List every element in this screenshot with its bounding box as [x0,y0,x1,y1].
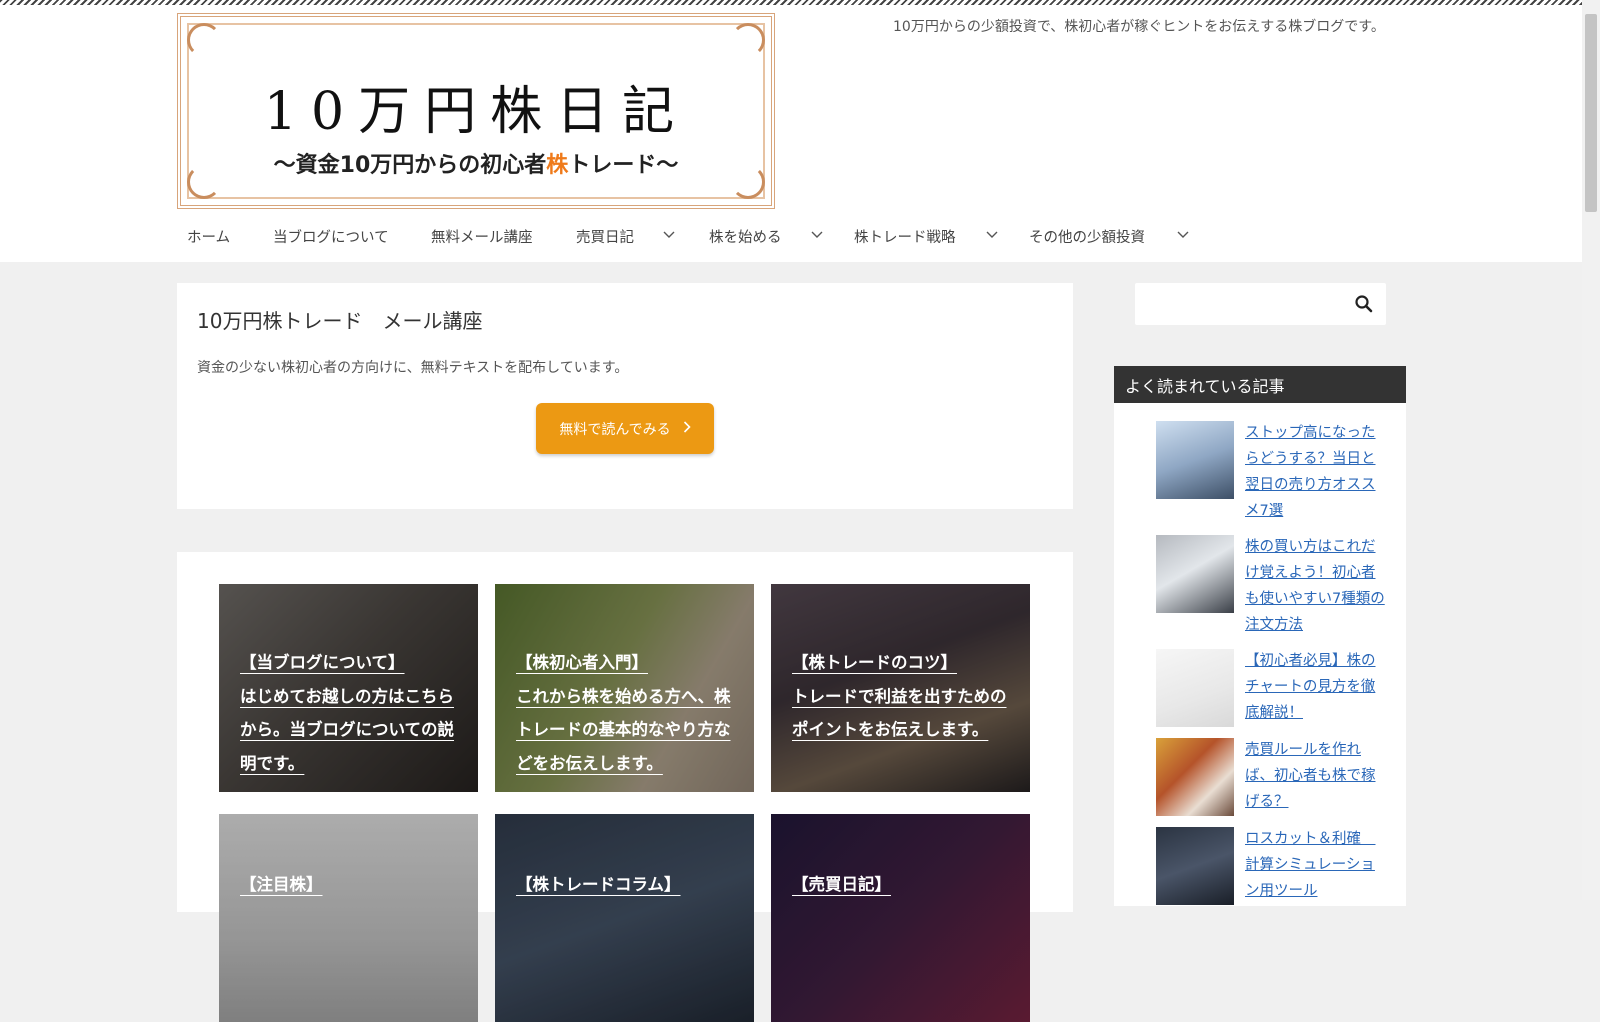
chart-sketch-image[interactable] [1156,649,1234,727]
category-tile-about[interactable]: 【当ブログについて】 はじめてお越しの方はこちらから。当ブログについての説明です… [219,584,478,792]
nav-item-strategy[interactable]: 株トレード戦略 [854,226,956,247]
nav-item-mail-course[interactable]: 無料メール講座 [431,226,533,247]
popular-post-link[interactable]: 【初心者必見】株のチャートの見方を徹底解説！ [1245,648,1385,726]
popular-post-link[interactable]: ストップ高になったらどうする？当日と翌日の売り方オススメ7選 [1245,420,1385,524]
nav-item-start-stocks[interactable]: 株を始める [709,226,782,247]
tile-text: 【注目株】 [240,868,464,902]
chevron-down-icon[interactable] [1177,228,1189,242]
site-logo[interactable]: 10万円株日記 〜資金10万円からの初心者株トレード〜 [177,13,775,209]
tile-description: はじめてお越しの方はこちらから。当ブログについての説明です。 [240,686,455,773]
nav-item-other-investments[interactable]: その他の少額投資 [1029,226,1145,247]
category-tile-featured[interactable]: 【注目株】 [219,814,478,1022]
tile-text: 【株トレードコラム】 [516,868,740,902]
spiral-staircase-image[interactable] [1156,421,1234,499]
scrollbar-thumb[interactable] [1585,14,1597,212]
popular-post-link[interactable]: 売買ルールを作れば、初心者も株で稼げる？ [1245,737,1385,815]
logo-subtitle-start: 〜資金10万円からの初心者 [273,153,547,178]
chevron-down-icon[interactable] [811,228,823,242]
computer-chart-image[interactable] [1156,535,1234,613]
tile-text: 【当ブログについて】 はじめてお越しの方はこちらから。当ブログについての説明です… [240,646,464,780]
category-tile-column[interactable]: 【株トレードコラム】 [495,814,754,1022]
logo-ornament [187,23,221,57]
logo-subtitle: 〜資金10万円からの初心者株トレード〜 [181,147,771,179]
category-grid: 【当ブログについて】 はじめてお越しの方はこちらから。当ブログについての説明です… [177,552,1073,1022]
popular-posts-widget: よく読まれている記事 ストップ高になったらどうする？当日と翌日の売り方オススメ7… [1114,366,1406,906]
tile-text: 【売買日記】 [792,868,1016,902]
tile-description: トレードで利益を出すためのポイントをお伝えします。 [792,686,1007,740]
popular-post-link[interactable]: 株の買い方はこれだけ覚えよう！初心者も使いやすい7種類の注文方法 [1245,534,1385,638]
logo-ornament [731,23,765,57]
tile-title: 【株トレードコラム】 [516,875,681,894]
tile-overlay [495,814,754,1022]
chevron-right-icon [683,420,691,437]
logo-subtitle-end: トレード〜 [568,153,679,178]
site-tagline: 10万円からの少額投資で、株初心者が稼ぐヒントをお伝えする株ブログです。 [893,19,1385,35]
nav-item-home[interactable]: ホーム [187,226,230,247]
rules-note-image[interactable] [1156,738,1234,816]
tile-overlay [219,814,478,1022]
tile-title: 【注目株】 [240,875,323,894]
tile-title: 【株初心者入門】 [516,653,648,672]
category-tile-diary[interactable]: 【売買日記】 [771,814,1030,1022]
tile-title: 【当ブログについて】 [240,653,405,672]
mail-course-title: 10万円株トレード メール講座 [197,309,483,333]
profit-loss-image[interactable] [1156,827,1234,905]
read-free-button-label: 無料で読んでみる [559,421,671,438]
page-scrollbar[interactable] [1582,0,1600,900]
tile-title: 【売買日記】 [792,875,891,894]
tile-text: 【株トレードのコツ】 トレードで利益を出すためのポイントをお伝えします。 [792,646,1016,747]
category-tile-tips[interactable]: 【株トレードのコツ】 トレードで利益を出すためのポイントをお伝えします。 [771,584,1030,792]
tile-text: 【株初心者入門】 これから株を始める方へ、株トレードの基本的なやり方などをお伝え… [516,646,740,780]
nav-item-trade-diary[interactable]: 売買日記 [576,226,634,247]
search-input[interactable] [1143,289,1347,319]
mail-course-description: 資金の少ない株初心者の方向けに、無料テキストを配布しています。 [197,360,629,376]
chevron-down-icon[interactable] [986,228,998,242]
chevron-down-icon[interactable] [663,228,675,242]
tile-title: 【株トレードのコツ】 [792,653,957,672]
logo-subtitle-highlight: 株 [546,153,569,178]
mail-course-card: 10万円株トレード メール講座 資金の少ない株初心者の方向けに、無料テキストを配… [177,283,1073,509]
nav-item-about[interactable]: 当ブログについて [273,226,389,247]
category-tile-beginner[interactable]: 【株初心者入門】 これから株を始める方へ、株トレードの基本的なやり方などをお伝え… [495,584,754,792]
popular-post-link[interactable]: ロスカット＆利確 計算シミュレーション用ツール [1245,826,1385,904]
tile-overlay [771,814,1030,1022]
logo-title: 10万円株日記 [263,82,689,142]
search-box [1135,283,1386,325]
popular-posts-heading: よく読まれている記事 [1114,366,1406,403]
tile-description: これから株を始める方へ、株トレードの基本的なやり方などをお伝えします。 [516,686,731,773]
read-free-button[interactable]: 無料で読んでみる [536,403,714,454]
search-icon[interactable] [1354,294,1374,314]
